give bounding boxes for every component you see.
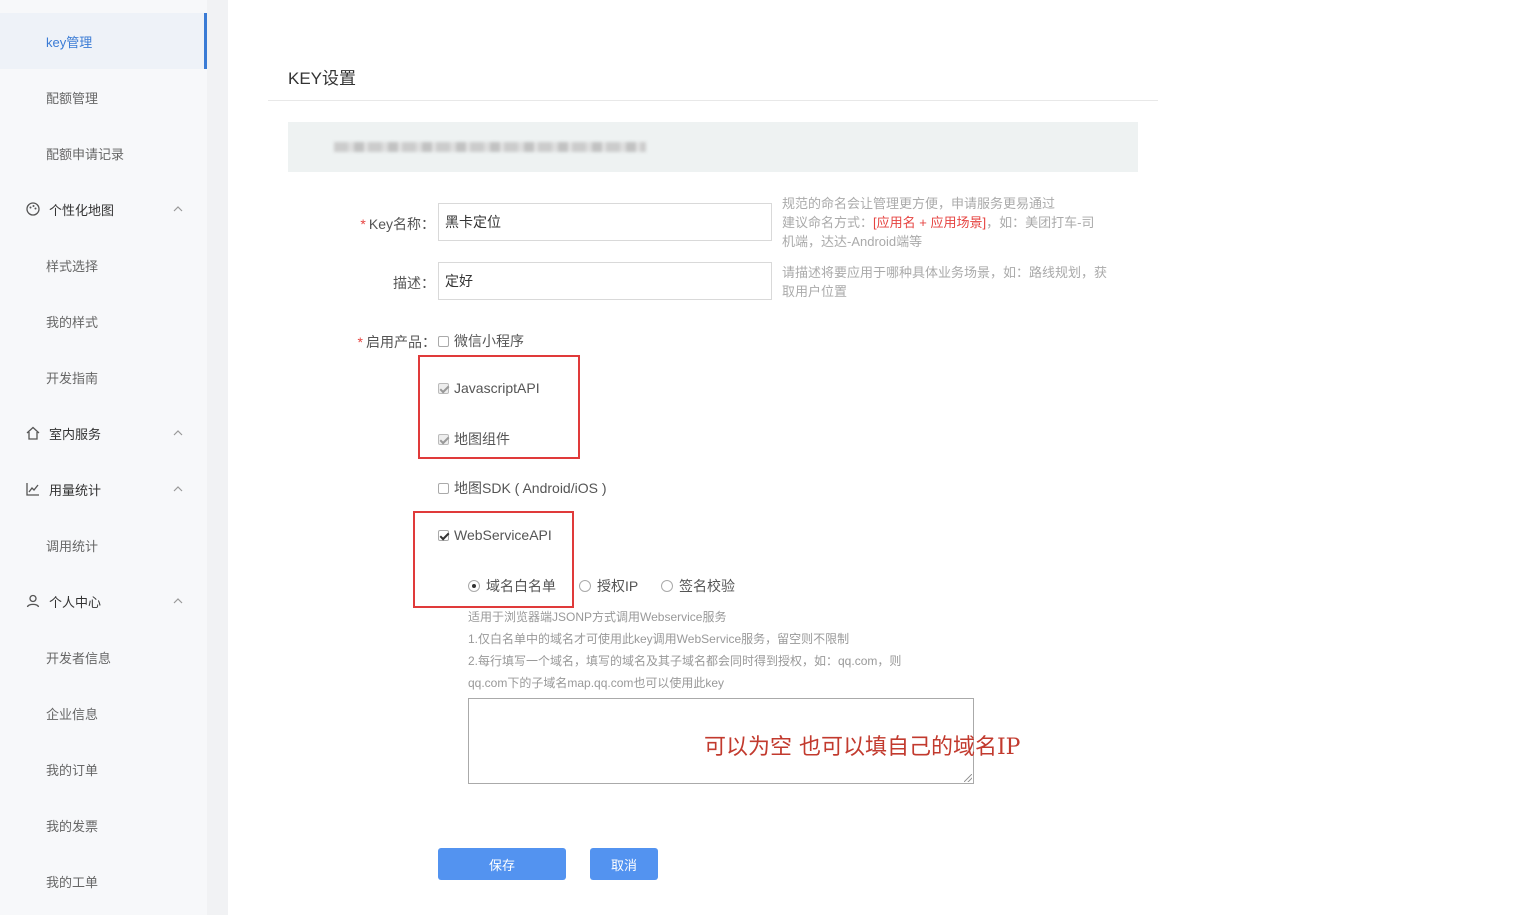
checkbox[interactable] xyxy=(438,482,449,494)
radio-button[interactable] xyxy=(661,580,673,592)
line-chart-icon xyxy=(25,481,41,497)
sidebar-item-style-select[interactable]: 样式选择 xyxy=(0,237,207,293)
home-icon xyxy=(25,425,41,441)
chevron-up-icon xyxy=(173,598,183,604)
sidebar-item-label: 开发者信息 xyxy=(46,650,112,666)
sidebar-item-label: 我的样式 xyxy=(46,314,99,330)
description-label: 描述： xyxy=(393,275,435,291)
cancel-button[interactable]: 取消 xyxy=(590,848,658,880)
page-title: KEY设置 xyxy=(288,69,357,88)
whitelist-desc-line: 适用于浏览器端JSONP方式调用Webservice服务 xyxy=(468,610,727,624)
sidebar-item-quota-records[interactable]: 配额申请记录 xyxy=(0,125,207,181)
key-name-input[interactable]: 黑卡定位 xyxy=(438,203,772,241)
sidebar-item-label: 配额管理 xyxy=(46,90,99,106)
title-divider xyxy=(268,100,1158,101)
annotation-box-webservice xyxy=(413,511,574,608)
sidebar: key管理 配额管理 配额申请记录 个性化地图 样式选择 我的样式 开发指南 室… xyxy=(0,0,207,915)
product-map-sdk[interactable]: 地图SDK ( Android/iOS ) xyxy=(438,478,607,498)
sidebar-item-my-invoices[interactable]: 我的发票 xyxy=(0,797,207,853)
palette-icon xyxy=(25,201,41,217)
info-banner xyxy=(288,122,1138,172)
sidebar-item-label: 我的发票 xyxy=(46,818,99,834)
sidebar-item-my-styles[interactable]: 我的样式 xyxy=(0,293,207,349)
checkbox[interactable] xyxy=(438,335,449,347)
sidebar-item-label: 用量统计 xyxy=(49,482,102,498)
sidebar-item-key-management[interactable]: key管理 xyxy=(0,13,207,69)
chevron-up-icon xyxy=(173,206,183,212)
key-name-label: * Key名称： xyxy=(360,216,435,232)
products-label: * 启用产品： xyxy=(357,334,436,350)
sidebar-item-label: 个人中心 xyxy=(49,594,102,610)
user-icon xyxy=(25,593,41,609)
sidebar-item-label: 调用统计 xyxy=(46,538,99,554)
sidebar-item-label: 样式选择 xyxy=(46,258,99,274)
product-wechat-miniprogram[interactable]: 微信小程序 xyxy=(438,331,524,351)
sidebar-divider xyxy=(207,0,228,915)
sidebar-group-usage-stats[interactable]: 用量统计 xyxy=(0,461,207,517)
redacted-key-text xyxy=(334,142,646,152)
auth-mode-authorized-ip[interactable]: 授权IP xyxy=(579,576,638,596)
annotation-note: 可以为空 也可以填自己的域名IP xyxy=(704,735,1021,760)
sidebar-item-dev-guide[interactable]: 开发指南 xyxy=(0,349,207,405)
sidebar-item-company-info[interactable]: 企业信息 xyxy=(0,685,207,741)
sidebar-item-label: key管理 xyxy=(46,34,93,50)
sidebar-item-developer-info[interactable]: 开发者信息 xyxy=(0,629,207,685)
sidebar-item-label: 配额申请记录 xyxy=(46,146,125,162)
sidebar-item-label: 企业信息 xyxy=(46,706,99,722)
sidebar-item-label: 个性化地图 xyxy=(49,202,115,218)
resize-handle[interactable] xyxy=(964,774,972,782)
key-name-hint: 规范的命名会让管理更方便，申请服务更易通过 建议命名方式：[应用名 + 应用场景… xyxy=(782,196,1095,249)
whitelist-desc-line: 1.仅白名单中的域名才可使用此key调用WebService服务，留空则不限制 xyxy=(468,632,850,646)
sidebar-item-my-orders[interactable]: 我的订单 xyxy=(0,741,207,797)
annotation-box-js-api xyxy=(418,355,580,459)
whitelist-desc-line: 2.每行填写一个域名，填写的域名及其子域名都会同时得到授权，如：qq.com，则 xyxy=(468,654,902,668)
radio-button[interactable] xyxy=(579,580,591,592)
description-hint: 请描述将要应用于哪种具体业务场景，如：路线规划，获 取用户位置 xyxy=(782,265,1108,299)
sidebar-item-label: 室内服务 xyxy=(49,426,102,442)
sidebar-item-label: 我的订单 xyxy=(46,762,99,778)
whitelist-desc-line: qq.com下的子域名map.qq.com也可以使用此key xyxy=(468,676,725,690)
sidebar-group-indoor[interactable]: 室内服务 xyxy=(0,405,207,461)
sidebar-group-personal-center[interactable]: 个人中心 xyxy=(0,573,207,629)
sidebar-item-my-tickets[interactable]: 我的工单 xyxy=(0,853,207,909)
auth-mode-signature[interactable]: 签名校验 xyxy=(661,576,735,596)
sidebar-item-quota-management[interactable]: 配额管理 xyxy=(0,69,207,125)
sidebar-item-call-stats[interactable]: 调用统计 xyxy=(0,517,207,573)
sidebar-item-label: 开发指南 xyxy=(46,370,99,386)
sidebar-item-label: 我的工单 xyxy=(46,874,99,890)
chevron-up-icon xyxy=(173,430,183,436)
sidebar-group-custom-map[interactable]: 个性化地图 xyxy=(0,181,207,237)
save-button[interactable]: 保存 xyxy=(438,848,566,880)
chevron-up-icon xyxy=(173,486,183,492)
description-input[interactable]: 定好 xyxy=(438,262,772,300)
